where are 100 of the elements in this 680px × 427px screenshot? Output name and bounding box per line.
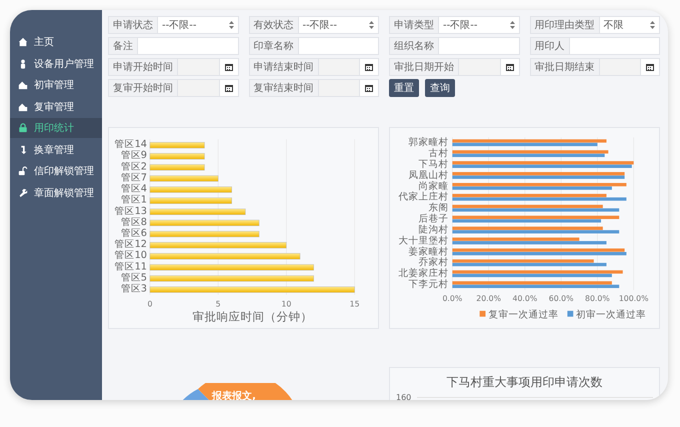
sidebar-item[interactable]: 章面解锁管理 <box>10 182 102 202</box>
caret-icon <box>228 21 234 29</box>
axis-tick-label: 40.0% <box>512 294 538 303</box>
field-label: 申请状态 <box>109 17 158 33</box>
select-value: 不限 <box>600 17 659 33</box>
category-label: 管区9 <box>120 150 147 162</box>
field-label: 用印理由类型 <box>530 17 600 33</box>
axis-tick-label: 15 <box>350 300 360 309</box>
house-icon <box>18 80 28 90</box>
caret-icon <box>510 21 514 29</box>
sidebar-item[interactable]: 用印统计 <box>10 118 102 138</box>
select-field[interactable]: 申请状态 --不限-- <box>108 16 238 34</box>
axis-tick-label: 0.0% <box>442 294 462 303</box>
date-field[interactable]: 审批日期开始 <box>389 58 520 76</box>
category-label: 管区6 <box>120 228 147 239</box>
category-label: 东阁 <box>428 202 448 214</box>
category-label: 管区5 <box>120 272 147 284</box>
bar <box>150 175 218 182</box>
category-label: 下李元村 <box>408 279 448 290</box>
category-label: 管区1 <box>120 194 147 206</box>
axis-tick-label: 80.0% <box>585 294 610 303</box>
category-label: 管区2 <box>120 161 147 172</box>
caret-icon <box>650 21 655 29</box>
field-label: 有效状态 <box>250 17 298 33</box>
user-icon <box>18 58 28 68</box>
axis-tick-label: 100.0% <box>618 294 648 303</box>
sidebar-item[interactable]: 复审管理 <box>10 96 102 116</box>
field-label: 审批日期开始 <box>390 59 459 75</box>
date-field[interactable]: 复审结束时间 <box>248 79 379 97</box>
category-label: 凤凰山村 <box>408 170 448 181</box>
date-field[interactable]: 申请结束时间 <box>248 58 379 76</box>
select-field[interactable]: 有效状态 --不限-- <box>248 16 379 34</box>
unlock-icon <box>18 166 28 176</box>
select-value: --不限-- <box>158 17 238 33</box>
category-label: 代家上庄村 <box>398 192 448 203</box>
legend-swatch <box>567 310 574 317</box>
reset-button[interactable]: 重置 <box>389 79 419 97</box>
category-label: 古村 <box>428 148 448 160</box>
home-icon <box>18 37 28 47</box>
category-label: 管区4 <box>120 184 147 195</box>
bar <box>150 153 205 160</box>
axis-tick-label: 60.0% <box>548 294 574 303</box>
sidebar-item[interactable]: 换章管理 <box>10 140 102 160</box>
input-field[interactable]: 用印人 <box>530 37 660 55</box>
sidebar-item[interactable]: 信印解锁管理 <box>10 161 102 181</box>
select-field[interactable]: 用印理由类型 不限 <box>530 16 660 34</box>
input-field[interactable]: 备注 <box>108 37 238 55</box>
date-field[interactable]: 复审开始时间 <box>108 79 238 97</box>
category-label: 管区7 <box>120 172 147 184</box>
query-button[interactable]: 查询 <box>425 79 455 97</box>
date-field[interactable]: 审批日期结束 <box>530 58 660 76</box>
category-label: 北姜家庄村 <box>398 268 448 280</box>
chart-title: 下马村重大事项用印申请次数 <box>446 374 604 391</box>
field-label: 申请类型 <box>390 17 439 33</box>
field-label: 用印人 <box>530 38 570 54</box>
calendar-icon[interactable] <box>646 63 654 71</box>
calendar-icon[interactable] <box>224 84 232 92</box>
axis-tick-label: 0 <box>147 300 152 309</box>
category-label: 后巷子 <box>418 214 448 225</box>
axis-tick-label: 5 <box>216 300 221 309</box>
lock-icon <box>18 123 28 133</box>
bar <box>150 164 205 170</box>
sidebar-item[interactable]: 设备用户管理 <box>10 54 102 74</box>
calendar-icon[interactable] <box>365 84 373 92</box>
category-label: 姜家疃村 <box>408 246 448 258</box>
field-label: 申请开始时间 <box>109 59 178 75</box>
field-label: 复审结束时间 <box>250 80 318 96</box>
bar <box>150 142 205 148</box>
input-field[interactable]: 组织名称 <box>389 37 520 55</box>
axis-tick-label: 10 <box>281 300 292 309</box>
field-label: 印章名称 <box>250 38 298 54</box>
category-label: 管区8 <box>120 216 147 228</box>
select-field[interactable]: 申请类型 --不限-- <box>389 16 520 34</box>
select-value: --不限-- <box>439 17 518 33</box>
calendar-icon[interactable] <box>506 63 514 71</box>
select-value: --不限-- <box>298 17 378 33</box>
category-label: 管区12 <box>114 239 147 250</box>
sidebar-item[interactable]: 主页 <box>10 32 102 52</box>
category-label: 管区3 <box>120 284 147 295</box>
category-label: 管区10 <box>114 250 147 262</box>
category-label: 管区11 <box>114 261 147 272</box>
tool-icon <box>18 188 28 198</box>
field-label: 组织名称 <box>390 38 439 54</box>
field-label: 申请结束时间 <box>250 59 318 75</box>
legend-label: 初审一次通过率 <box>576 310 646 321</box>
category-label: 尚家疃 <box>418 180 448 192</box>
axis-title: 审批响应时间（分钟） <box>192 310 312 324</box>
calendar-icon[interactable] <box>365 63 373 71</box>
sidebar-item[interactable]: 初审管理 <box>10 75 102 95</box>
category-label: 管区13 <box>114 206 147 217</box>
input-field[interactable]: 印章名称 <box>248 37 379 55</box>
caret-icon <box>369 21 374 29</box>
field-label: 备注 <box>109 38 138 54</box>
category-label: 管区14 <box>114 139 147 150</box>
calendar-icon[interactable] <box>224 63 232 71</box>
house-icon <box>18 102 28 112</box>
legend-swatch <box>480 310 486 317</box>
field-label: 复审开始时间 <box>109 80 178 96</box>
category-label: 大十里堡村 <box>398 235 448 246</box>
date-field[interactable]: 申请开始时间 <box>108 58 238 76</box>
